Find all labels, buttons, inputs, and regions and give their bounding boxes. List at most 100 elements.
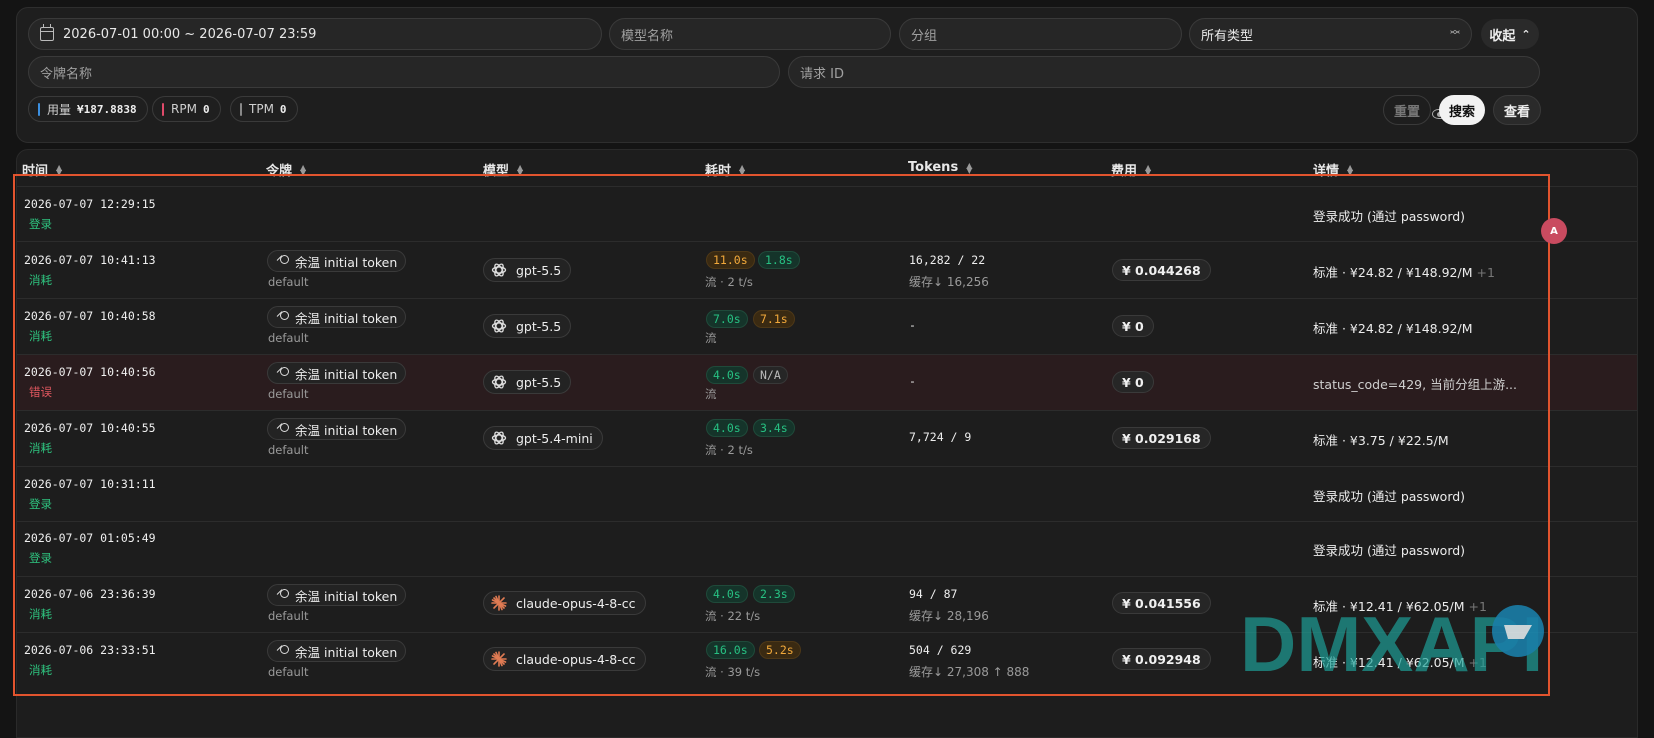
cost-chip: ¥ 0.044268 — [1112, 259, 1211, 281]
claude-icon — [490, 594, 508, 612]
cost-chip: ¥ 0.029168 — [1112, 427, 1211, 449]
request-id-input[interactable]: 请求 ID — [788, 56, 1540, 88]
row-time: 2026-07-07 10:31:11 — [24, 477, 156, 491]
detail-extra[interactable]: +1 — [1465, 655, 1487, 670]
model-chip[interactable]: gpt-5.4-mini — [483, 426, 603, 450]
token-chip[interactable]: 余温 initial token — [267, 250, 407, 272]
token-name-input[interactable]: 令牌名称 — [28, 56, 780, 88]
openai-icon — [490, 373, 508, 391]
model-name: gpt-5.5 — [516, 374, 562, 390]
model-chip[interactable]: claude-opus-4-8-cc — [483, 647, 646, 671]
date-range-value: 2026-07-01 00:00 ~ 2026-07-07 23:59 — [63, 26, 317, 42]
translate-fab[interactable]: A — [1541, 218, 1567, 244]
row-type-tag: 消耗 — [29, 273, 52, 287]
cost-value: ¥ 0.029168 — [1122, 430, 1201, 446]
row-type-tag: 登录 — [29, 551, 52, 565]
stream-info: 流 — [705, 387, 717, 401]
reset-label: 重置 — [1393, 104, 1420, 120]
date-range-picker[interactable]: 2026-07-01 00:00 ~ 2026-07-07 23:59 — [28, 18, 602, 50]
token-group: default — [268, 331, 309, 345]
row-detail: 标准 · ¥12.41 / ¥62.05/M +1 — [1313, 652, 1487, 671]
collapse-label: 收起 — [1489, 28, 1516, 44]
token-group: default — [268, 609, 309, 623]
token-counts: 7,724 / 9 — [909, 430, 972, 444]
sort-icon: ▲ ▼ — [517, 162, 524, 177]
rpm-value: 0 — [202, 102, 210, 116]
row-type-tag: 错误 — [29, 385, 52, 399]
key-icon — [276, 422, 289, 436]
column-header-cost[interactable]: 费用 ▲ ▼ — [1111, 160, 1151, 179]
cost-value: ¥ 0 — [1122, 374, 1144, 390]
cost-value: ¥ 0.092948 — [1122, 651, 1201, 667]
cost-chip: ¥ 0.041556 — [1112, 592, 1211, 614]
token-counts: 94 / 87 — [909, 587, 958, 601]
usage-stat: 用量 ¥187.8838 — [28, 96, 148, 122]
token-counts: 16,282 / 22 — [909, 253, 986, 267]
row-type-tag: 登录 — [29, 217, 52, 231]
row-type-tag: 消耗 — [29, 441, 52, 455]
collapse-button[interactable]: 收起 ⌃ — [1481, 19, 1539, 49]
key-icon — [276, 254, 289, 268]
token-group: default — [268, 665, 309, 679]
model-name-placeholder: 模型名称 — [621, 28, 674, 44]
model-chip[interactable]: gpt-5.5 — [483, 258, 572, 282]
column-header-model[interactable]: 模型 ▲ ▼ — [483, 160, 523, 179]
usage-value: ¥187.8838 — [77, 102, 137, 116]
stream-info: 流 · 2 t/s — [705, 443, 753, 457]
sort-icon: ▲ ▼ — [1145, 162, 1152, 177]
model-chip[interactable]: gpt-5.5 — [483, 314, 572, 338]
first-token-time: 4.0s — [706, 419, 748, 437]
row-detail: 登录成功 (通过 password) — [1313, 489, 1466, 504]
rpm-label: RPM — [171, 102, 197, 116]
tpm-label: TPM — [249, 102, 274, 116]
model-name-input[interactable]: 模型名称 — [609, 18, 891, 50]
token-name: 余温 initial token — [295, 644, 398, 660]
model-chip[interactable]: claude-opus-4-8-cc — [483, 591, 646, 615]
column-header-token[interactable]: 令牌 ▲ ▼ — [266, 160, 306, 179]
token-chip[interactable]: 余温 initial token — [267, 306, 407, 328]
row-time: 2026-07-07 01:05:49 — [24, 531, 156, 545]
cost-chip: ¥ 0.092948 — [1112, 648, 1211, 670]
group-input[interactable]: 分组 — [899, 18, 1182, 50]
type-select[interactable]: 所有类型 ︿ ﹀ — [1189, 18, 1472, 50]
column-header-detail[interactable]: 详情 ▲ ▼ — [1313, 160, 1353, 179]
usage-bar — [38, 102, 40, 116]
column-label: 令牌 — [266, 164, 293, 179]
token-counts: - — [909, 374, 916, 388]
rpm-bar — [162, 102, 164, 116]
row-type-tag: 消耗 — [29, 329, 52, 343]
row-type-tag: 消耗 — [29, 663, 52, 677]
detail-extra[interactable]: +1 — [1465, 599, 1487, 614]
sort-icon: ▲ ▼ — [1347, 162, 1354, 177]
token-group: default — [268, 387, 309, 401]
model-chip[interactable]: gpt-5.5 — [483, 370, 572, 394]
token-chip[interactable]: 余温 initial token — [267, 362, 407, 384]
row-detail: 标准 · ¥3.75 / ¥22.5/M — [1313, 433, 1449, 448]
token-chip[interactable]: 余温 initial token — [267, 640, 407, 662]
search-button[interactable]: 搜索 — [1439, 95, 1485, 125]
token-chip[interactable]: 余温 initial token — [267, 418, 407, 440]
sort-icon: ▲ ▼ — [739, 162, 746, 177]
column-header-time[interactable]: 时间 ▲ ▼ — [22, 160, 62, 179]
first-token-time: 4.0s — [706, 585, 748, 603]
column-header-duration[interactable]: 耗时 ▲ ▼ — [705, 160, 745, 179]
row-time: 2026-07-07 10:41:13 — [24, 253, 156, 267]
token-name: 余温 initial token — [295, 310, 398, 326]
token-chip[interactable]: 余温 initial token — [267, 584, 407, 606]
column-label: 模型 — [483, 164, 510, 179]
row-type-tag: 消耗 — [29, 607, 52, 621]
reset-button[interactable]: 重置 — [1383, 95, 1431, 125]
row-detail[interactable]: status_code=429, 当前分组上游... — [1313, 374, 1517, 393]
detail-text: 标准 · ¥24.82 / ¥148.92/M — [1313, 265, 1473, 280]
column-label: 时间 — [22, 164, 49, 179]
detail-extra[interactable]: +1 — [1473, 265, 1494, 280]
model-name: gpt-5.4-mini — [516, 430, 593, 446]
token-name-placeholder: 令牌名称 — [40, 66, 93, 82]
stream-info: 流 — [705, 331, 717, 345]
model-name: gpt-5.5 — [516, 262, 562, 278]
cache-info: 缓存↓ 28,196 — [909, 609, 989, 623]
view-button[interactable]: 查看 — [1493, 95, 1541, 125]
first-token-time: 4.0s — [706, 366, 748, 384]
tpm-value: 0 — [279, 102, 287, 116]
column-header-tokens[interactable]: Tokens ▲ ▼ — [908, 160, 972, 175]
